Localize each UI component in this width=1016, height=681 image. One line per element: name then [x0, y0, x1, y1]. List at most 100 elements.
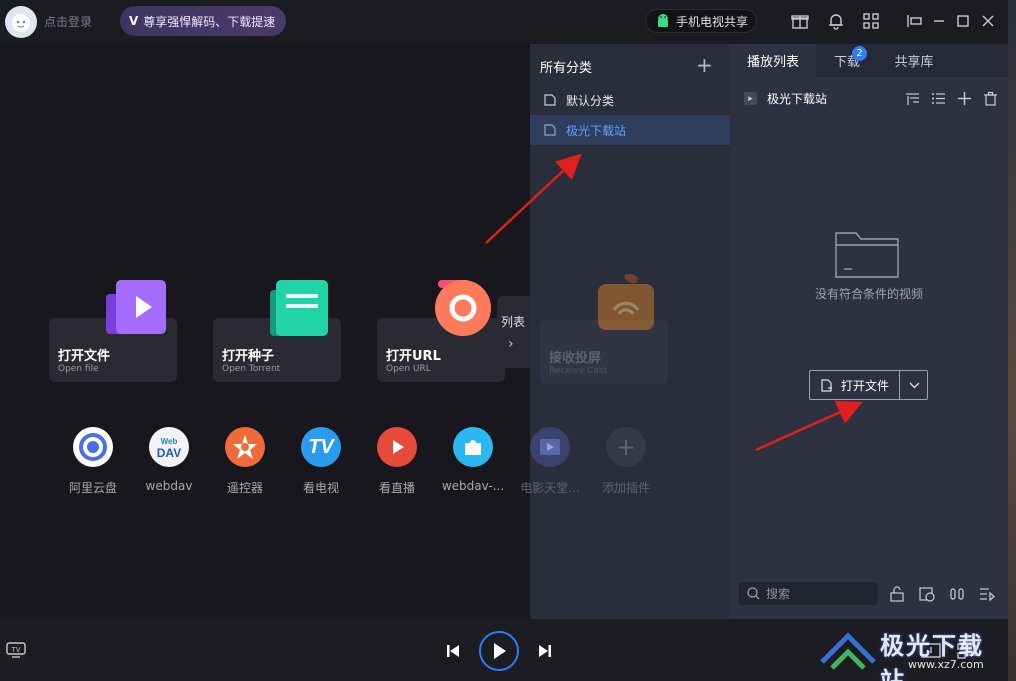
login-link[interactable]: 点击登录	[44, 13, 92, 30]
cast-icon	[598, 274, 654, 330]
list-toggle-button[interactable]: 列表 ›	[497, 296, 530, 368]
aliyun-drive-icon	[73, 427, 113, 467]
url-icon	[435, 280, 491, 336]
download-count-badge: 2	[852, 46, 867, 61]
svg-text:DAV: DAV	[157, 446, 181, 460]
tab-shared-library[interactable]: 共享库	[878, 44, 950, 77]
receive-cast-subtitle: Receive Cast	[549, 366, 608, 376]
list-view-icon[interactable]	[930, 90, 946, 106]
close-icon[interactable]	[978, 11, 998, 31]
empty-folder-icon	[835, 232, 899, 278]
avatar[interactable]	[5, 6, 37, 38]
category-label: 极光下载站	[566, 123, 627, 138]
open-torrent-title: 打开种子	[222, 349, 275, 364]
loop-icon[interactable]	[948, 585, 966, 603]
sort-icon[interactable]	[904, 90, 920, 106]
minimize-icon[interactable]	[929, 11, 949, 31]
search-icon	[747, 587, 760, 600]
torrent-icon	[270, 280, 328, 336]
plugin-label: 电影天堂...	[520, 481, 580, 495]
plugin-live[interactable]: 看直播	[357, 427, 437, 496]
playlist-group-header[interactable]: ▸ 极光下载站	[744, 90, 827, 107]
remote-icon	[225, 427, 265, 467]
plugin-remote[interactable]: 遥控器	[205, 427, 285, 496]
category-item-default[interactable]: 默认分类	[530, 85, 730, 115]
desktop-edge	[1008, 0, 1016, 681]
playlist-play-icon[interactable]	[978, 585, 996, 603]
open-file-dropdown[interactable]	[900, 371, 928, 399]
live-icon	[377, 427, 417, 467]
open-file-subtitle: Open file	[58, 364, 99, 374]
open-file-label: 打开文件	[840, 378, 889, 393]
chevron-right-icon: ▸	[744, 92, 757, 105]
open-file-button[interactable]: 打开文件	[810, 371, 900, 399]
category-item-jiguang[interactable]: 极光下载站	[530, 115, 730, 145]
search-input[interactable]: 搜索	[739, 582, 878, 605]
webdav-plugin-icon	[453, 427, 493, 467]
svg-text:Web: Web	[161, 437, 178, 446]
playlist-group-title: 极光下载站	[767, 92, 828, 106]
history-icon[interactable]	[918, 585, 936, 603]
tab-playlist[interactable]: 播放列表	[730, 44, 816, 77]
plugin-label: webdav	[145, 479, 193, 493]
open-torrent-subtitle: Open Torrent	[222, 364, 281, 374]
gift-icon[interactable]	[790, 11, 810, 31]
vip-icon: V	[129, 14, 139, 28]
home-area: 打开文件 Open file 打开种子 Open Torrent 打开URL O…	[0, 44, 530, 619]
watermark-logo-icon	[820, 632, 876, 670]
plugin-label: 阿里云盘	[68, 481, 117, 495]
site-watermark: 极光下载站 www.xz7.com	[818, 626, 1008, 681]
bell-icon[interactable]	[826, 11, 846, 31]
add-plugin-icon: +	[606, 427, 646, 467]
grid-icon[interactable]	[861, 11, 881, 31]
plugin-label: 看电视	[302, 481, 339, 495]
avatar-face-icon	[12, 14, 30, 32]
plugin-label: webdav-...	[441, 479, 505, 493]
webdav-icon: Web DAV	[149, 427, 189, 467]
title-bar: 点击登录 V 尊享强悍解码、下载提速 手机电视共享	[0, 0, 1016, 44]
plugin-movie[interactable]: 电影天堂...	[510, 427, 590, 496]
vip-banner[interactable]: V 尊享强悍解码、下载提速	[120, 6, 286, 36]
category-panel: 所有分类 + 默认分类 极光下载站 接收投屏 Receive Cast 电影天堂…	[520, 44, 730, 619]
category-label: 默认分类	[566, 93, 615, 108]
previous-icon[interactable]	[444, 642, 462, 660]
svg-text:TV: TV	[12, 647, 21, 654]
next-icon[interactable]	[536, 642, 554, 660]
pin-icon[interactable]	[905, 11, 925, 31]
plugin-label: 遥控器	[226, 481, 263, 495]
playlist-tabs: 播放列表 下载 共享库	[730, 44, 1008, 77]
plugin-tv[interactable]: TV 看电视	[281, 427, 361, 496]
tv-icon: TV	[301, 427, 341, 467]
receive-cast-title: 接收投屏	[549, 351, 602, 366]
file-add-icon	[821, 378, 832, 392]
plugin-aliyun-drive[interactable]: 阿里云盘	[53, 427, 133, 496]
vip-label: 尊享强悍解码、下载提速	[143, 14, 276, 29]
phone-tv-share-button[interactable]: 手机电视共享	[645, 9, 757, 33]
add-plugin-button[interactable]: + 添加插件	[586, 427, 666, 496]
playlist-panel: 播放列表 下载 共享库 ▸ 极光下载站 没有符合条件的视频 打开文件 搜索	[730, 44, 1008, 619]
maximize-icon[interactable]	[953, 11, 973, 31]
lock-icon[interactable]	[888, 585, 906, 603]
plugin-label: 看直播	[378, 481, 415, 495]
phone-tv-share-label: 手机电视共享	[676, 14, 749, 29]
tv-mode-icon[interactable]: TV	[5, 641, 27, 659]
video-file-icon	[106, 280, 166, 334]
plugin-webdav-extra[interactable]: webdav-...	[433, 427, 513, 493]
tab-download[interactable]: 下载	[816, 44, 878, 77]
open-url-subtitle: Open URL	[386, 364, 431, 374]
add-icon[interactable]	[956, 90, 972, 106]
folder-page-icon	[544, 124, 556, 136]
open-file-title: 打开文件	[58, 349, 111, 364]
play-icon	[494, 643, 506, 659]
list-toggle-label: 列表	[501, 315, 526, 329]
trash-icon[interactable]	[982, 90, 998, 106]
plugin-label: 添加插件	[601, 481, 650, 495]
search-placeholder: 搜索	[766, 587, 791, 601]
add-category-icon[interactable]: +	[696, 53, 713, 77]
plugin-webdav[interactable]: Web DAV webdav	[129, 427, 209, 493]
open-file-split-button: 打开文件	[809, 370, 928, 400]
play-button[interactable]	[479, 631, 519, 671]
chevron-right-icon: ›	[508, 336, 514, 352]
android-icon	[658, 14, 668, 27]
open-url-title: 打开URL	[386, 349, 441, 364]
